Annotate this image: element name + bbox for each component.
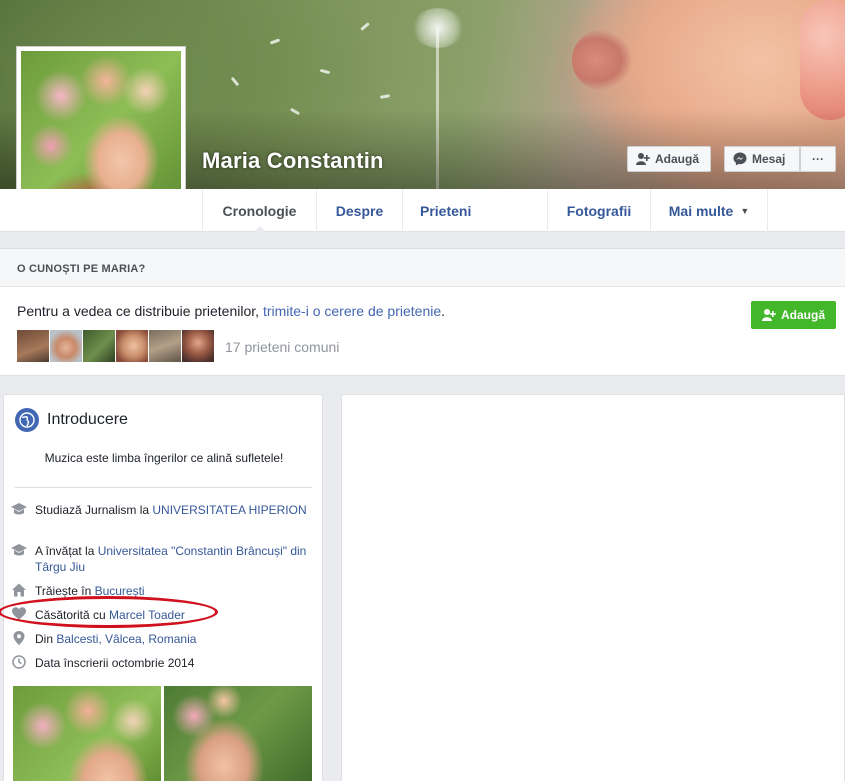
seed: [269, 38, 281, 45]
intro-title: Introducere: [47, 411, 128, 428]
info-row-joined: Data înscrierii octombrie 2014: [11, 655, 311, 673]
mutual-friends-thumbnails: [17, 330, 214, 362]
tab-friends-label: Prieteni: [420, 202, 472, 219]
add-friend-icon: [636, 153, 650, 165]
do-you-know-header: O CUNOȘTI PE MARIA?: [0, 249, 845, 287]
add-friend-button[interactable]: Adaugă: [627, 146, 711, 172]
info-row-studied: A învățat la Universitatea "Constantin B…: [11, 543, 311, 575]
hair-flower: [800, 0, 845, 120]
tab-timeline-label: Cronologie: [222, 202, 297, 219]
message-label: Mesaj: [752, 152, 786, 166]
tab-more[interactable]: Mai multe ▼: [650, 189, 768, 232]
add-friend-green-button[interactable]: Adaugă: [751, 301, 836, 329]
profile-picture-image: [21, 51, 181, 211]
divider: [15, 487, 312, 488]
mutual-friend-thumbnail[interactable]: [17, 330, 49, 362]
timeline-content-panel: [341, 394, 845, 781]
bio-text: Muzica este limba îngerilor ce alină suf…: [44, 451, 284, 465]
profile-name[interactable]: Maria Constantin: [202, 148, 384, 174]
info-link[interactable]: UNIVERSITATEA HIPERION: [152, 503, 306, 517]
home-icon: [11, 583, 27, 601]
prompt-text: Pentru a vedea ce distribuie prietenilor…: [17, 303, 263, 319]
info-row-from: Din Balcesti, Vâlcea, Romania: [11, 631, 311, 649]
seed: [230, 76, 240, 87]
more-dots-icon: ···: [812, 152, 824, 166]
seed: [379, 94, 391, 99]
tab-photos-label: Fotografii: [566, 202, 632, 219]
highlight-ellipse: [0, 596, 218, 628]
friend-request-prompt: Pentru a vedea ce distribuie prietenilor…: [17, 303, 445, 319]
graduation-cap-icon: [11, 502, 27, 520]
tab-more-label: Mai multe: [668, 202, 734, 219]
message-button[interactable]: Mesaj: [724, 146, 800, 172]
mutual-friends-count[interactable]: 17 prieteni comuni: [225, 339, 339, 355]
intro-photo[interactable]: [13, 686, 161, 781]
mutual-friend-thumbnail[interactable]: [182, 330, 214, 362]
info-text: Data înscrierii octombrie 2014: [35, 656, 195, 670]
globe-icon: [15, 408, 39, 432]
info-text: Studiază Jurnalism la: [35, 503, 153, 517]
tab-friends[interactable]: Prieteni: [402, 189, 547, 232]
tab-timeline[interactable]: Cronologie: [202, 189, 316, 233]
send-friend-request-link[interactable]: trimite-i o cerere de prietenie: [263, 303, 441, 319]
location-pin-icon: [11, 631, 27, 649]
tab-about-label: Despre: [335, 202, 384, 219]
info-text: Din: [35, 632, 57, 646]
mutual-friend-thumbnail[interactable]: [116, 330, 148, 362]
tab-about[interactable]: Despre: [316, 189, 402, 232]
add-friend-icon: [761, 309, 776, 321]
clock-icon: [11, 655, 27, 673]
info-link[interactable]: Balcesti, Vâlcea, Romania: [56, 632, 196, 646]
tab-photos[interactable]: Fotografii: [547, 189, 650, 232]
info-text: A învățat la: [35, 544, 98, 558]
face-lips: [572, 30, 632, 90]
intro-header: Introducere: [15, 408, 128, 432]
profile-tab-bar: Cronologie Despre Prieteni Fotografii Ma…: [0, 189, 845, 233]
mutual-friend-thumbnail[interactable]: [83, 330, 115, 362]
add-friend-green-label: Adaugă: [780, 308, 825, 322]
caret-down-icon: ▼: [740, 205, 750, 216]
more-options-button[interactable]: ···: [800, 146, 836, 172]
messenger-icon: [733, 152, 747, 166]
info-row-studies: Studiază Jurnalism la UNIVERSITATEA HIPE…: [11, 502, 311, 520]
mutual-friend-thumbnail[interactable]: [149, 330, 181, 362]
mutual-friend-thumbnail[interactable]: [50, 330, 82, 362]
intro-photo[interactable]: [164, 686, 312, 781]
seed: [319, 68, 331, 75]
add-friend-label: Adaugă: [655, 152, 700, 166]
do-you-know-card: O CUNOȘTI PE MARIA? Pentru a vedea ce di…: [0, 248, 845, 376]
dandelion-head: [412, 8, 464, 48]
graduation-cap-icon: [11, 543, 27, 575]
prompt-period: .: [441, 303, 446, 319]
seed: [360, 22, 370, 31]
